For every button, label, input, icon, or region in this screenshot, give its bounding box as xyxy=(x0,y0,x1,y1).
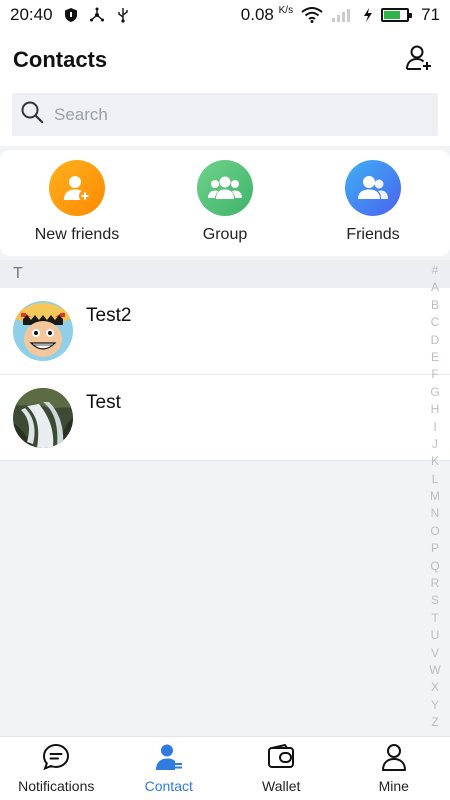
tab-label: Notifications xyxy=(18,778,95,794)
bottom-tab-bar: Notifications Contact Wallet Mine xyxy=(0,736,450,800)
alphabet-index-letter[interactable]: K xyxy=(431,453,439,470)
alphabet-index-letter[interactable]: # xyxy=(432,262,439,279)
contact-row-test2[interactable]: Test2 xyxy=(0,288,450,374)
contact-row-test[interactable]: Test xyxy=(0,374,450,460)
page-title: Contacts xyxy=(13,47,108,72)
group-label: Group xyxy=(202,226,248,243)
search-icon xyxy=(20,100,44,129)
group-button[interactable]: Group xyxy=(170,160,280,244)
cartoon-pirate-avatar xyxy=(13,301,73,361)
tab-label: Contact xyxy=(144,778,193,794)
alphabet-index-letter[interactable]: C xyxy=(431,314,440,331)
alphabet-index-letter[interactable]: W xyxy=(429,662,440,679)
alphabet-index-letter[interactable]: H xyxy=(431,401,440,418)
tab-mine[interactable]: Mine xyxy=(338,742,450,794)
tab-wallet[interactable]: Wallet xyxy=(225,742,337,794)
person-icon xyxy=(379,742,409,772)
alphabet-index-letter[interactable]: I xyxy=(433,419,436,436)
waterfall-photo-avatar xyxy=(13,388,73,448)
tab-label: Mine xyxy=(378,778,409,794)
section-header-letter: T xyxy=(0,260,450,288)
alphabet-index-letter[interactable]: Q xyxy=(430,558,439,575)
add-contact-button[interactable] xyxy=(401,42,437,78)
network-speed: 0.08 K/s xyxy=(240,5,294,24)
app-header: Contacts xyxy=(0,30,450,90)
alphabet-index-letter[interactable]: M xyxy=(430,488,440,505)
shield-icon xyxy=(63,7,79,23)
cell-signal-icon xyxy=(331,7,355,23)
alphabet-index-letter[interactable]: L xyxy=(432,471,439,488)
friends-label: Friends xyxy=(346,226,400,243)
search-bar xyxy=(0,90,450,146)
status-bar: 20:40 0.08 K/s 71 xyxy=(0,0,450,30)
tab-label: Wallet xyxy=(262,778,301,794)
alphabet-index-letter[interactable]: F xyxy=(431,366,438,383)
new-friends-label: New friends xyxy=(34,226,120,243)
new-friends-button[interactable]: New friends xyxy=(22,160,132,244)
list-divider xyxy=(0,460,450,461)
alphabet-index-letter[interactable]: P xyxy=(431,540,439,557)
status-time: 20:40 xyxy=(10,5,53,24)
search-input[interactable] xyxy=(54,104,394,125)
group-icon xyxy=(197,160,253,216)
contact-name: Test xyxy=(86,392,121,413)
alphabet-index-letter[interactable]: G xyxy=(430,384,439,401)
quick-actions: New friends Group Friends xyxy=(0,150,450,256)
add-contact-icon xyxy=(405,44,433,77)
alphabet-index-letter[interactable]: E xyxy=(431,349,439,366)
friends-button[interactable]: Friends xyxy=(318,160,428,244)
alphabet-index-letter[interactable]: Z xyxy=(431,714,438,731)
tab-contact[interactable]: Contact xyxy=(113,742,225,794)
charging-icon xyxy=(363,7,373,23)
alphabet-index-letter[interactable]: V xyxy=(431,645,439,662)
wifi-icon xyxy=(301,7,323,23)
network-share-icon xyxy=(89,7,105,23)
alphabet-index: # A B C D E F G H I J K L M N O P Q R S T U V W X Y Z xyxy=(428,262,442,732)
alphabet-index-letter[interactable]: B xyxy=(431,297,439,314)
alphabet-index-letter[interactable]: A xyxy=(431,279,439,296)
usb-icon xyxy=(115,7,131,23)
alphabet-index-letter[interactable]: S xyxy=(431,592,439,609)
contact-list: Test2 Test xyxy=(0,288,450,461)
contact-name: Test2 xyxy=(86,305,132,326)
alphabet-index-letter[interactable]: R xyxy=(431,575,440,592)
alphabet-index-letter[interactable]: Y xyxy=(431,697,439,714)
alphabet-index-letter[interactable]: J xyxy=(432,436,438,453)
alphabet-index-letter[interactable]: U xyxy=(431,627,440,644)
alphabet-index-letter[interactable]: O xyxy=(430,523,439,540)
battery-icon xyxy=(381,8,413,22)
tab-notifications[interactable]: Notifications xyxy=(0,742,112,794)
alphabet-index-letter[interactable]: X xyxy=(431,679,439,696)
add-friend-icon xyxy=(49,160,105,216)
friends-icon xyxy=(345,160,401,216)
alphabet-index-letter[interactable]: T xyxy=(431,610,438,627)
battery-percent: 71 xyxy=(421,5,440,24)
chat-bubble-icon xyxy=(41,742,71,772)
search-box[interactable] xyxy=(12,93,438,136)
contacts-screen: 20:40 0.08 K/s 71 Contacts Search New fr… xyxy=(0,0,450,800)
wallet-icon xyxy=(266,742,296,772)
alphabet-index-letter[interactable]: D xyxy=(431,332,440,349)
contact-icon xyxy=(154,742,184,772)
alphabet-index-letter[interactable]: N xyxy=(431,505,440,522)
